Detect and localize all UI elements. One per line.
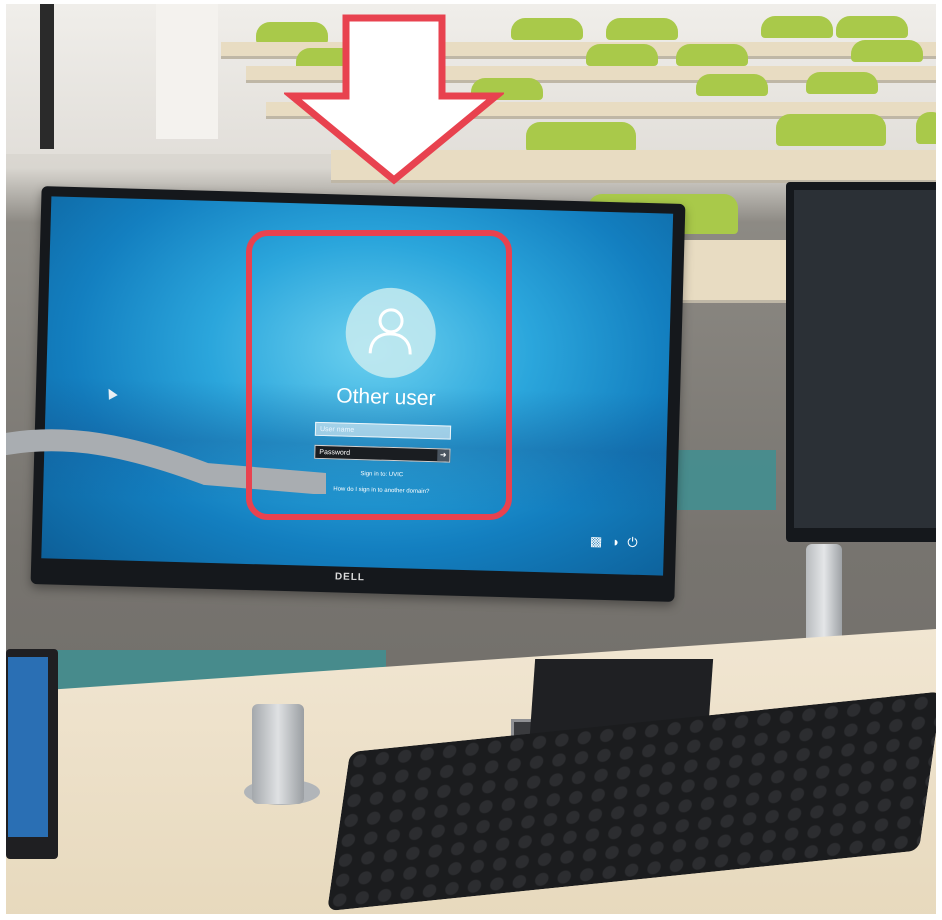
chair: [526, 122, 636, 152]
chair: [806, 72, 878, 94]
chair: [511, 18, 583, 40]
carpet-patch: [666, 450, 776, 510]
highlight-box: [246, 230, 512, 520]
power-icon[interactable]: ⏻: [627, 535, 638, 550]
wall-pillar: [156, 4, 218, 139]
chair: [776, 114, 886, 146]
control-tablet: [6, 649, 58, 859]
right-monitor: [786, 182, 936, 542]
chair: [586, 44, 658, 66]
chair: [836, 16, 908, 38]
chair: [676, 44, 748, 66]
chair: [696, 74, 768, 96]
network-icon[interactable]: ▩: [590, 534, 603, 549]
chair: [916, 112, 936, 144]
down-arrow-annotation: [284, 14, 504, 185]
chair: [761, 16, 833, 38]
monitor-brand-logo: DELL: [334, 571, 366, 584]
monitor-arm-post: [252, 704, 304, 804]
system-tray: ▩ ◑ ⏻: [590, 534, 643, 551]
chair: [606, 18, 678, 40]
mouse-cursor-icon: [104, 386, 118, 400]
accessibility-icon[interactable]: ◑: [611, 534, 619, 549]
floor-lamp-pole: [40, 4, 54, 149]
chair: [851, 40, 923, 62]
